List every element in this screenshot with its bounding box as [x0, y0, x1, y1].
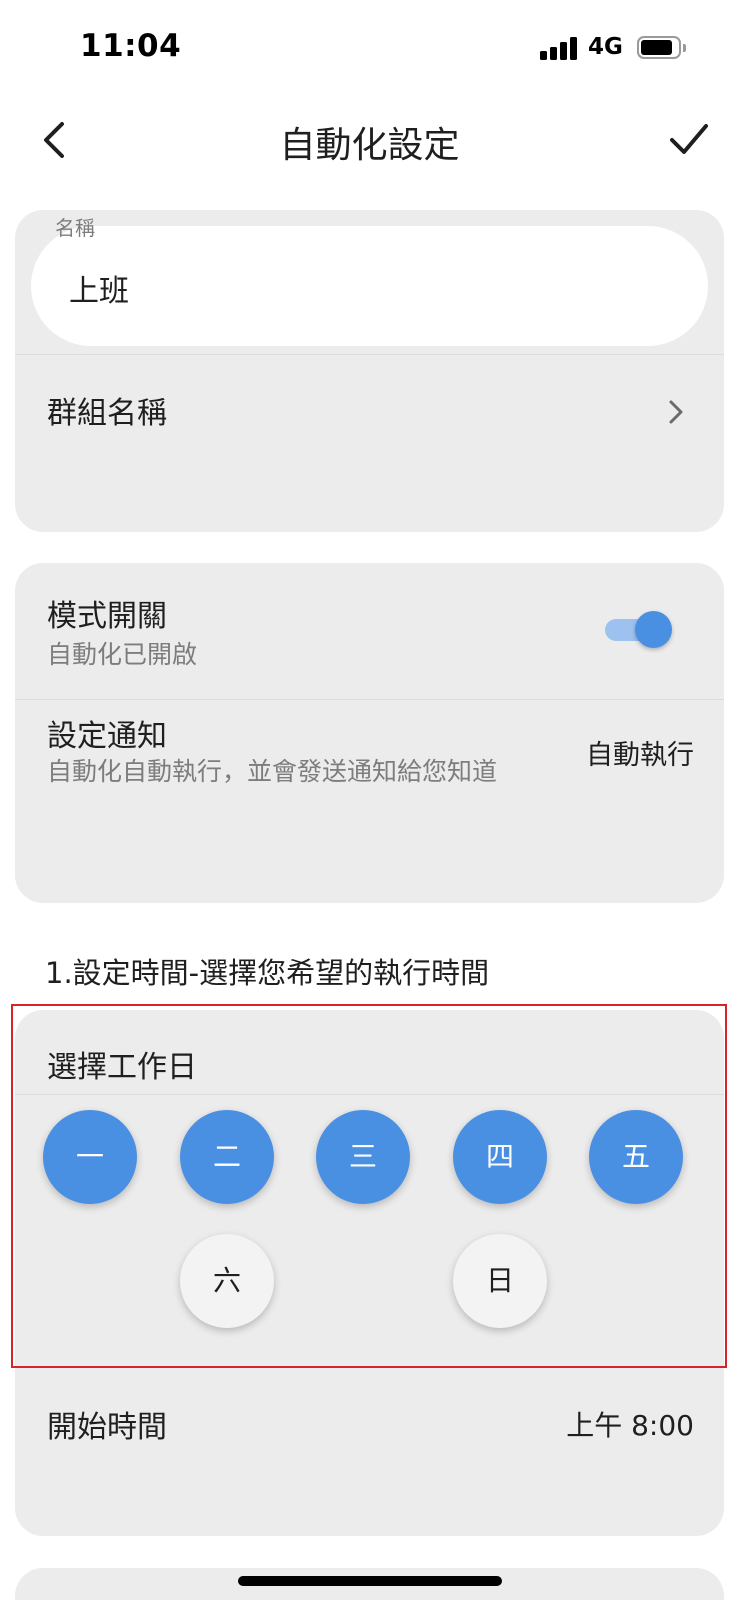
highlight-box [11, 1004, 727, 1368]
group-name-row[interactable]: 群組名稱 [15, 362, 724, 462]
notify-value[interactable]: 自動執行 [586, 733, 694, 772]
notify-subtitle: 自動化自動執行，並會發送通知給您知道 [47, 757, 498, 786]
name-card: 上班 名稱 群組名稱 [15, 210, 724, 532]
chevron-right-icon [669, 400, 683, 424]
page-title: 自動化設定 [279, 125, 460, 166]
divider [15, 354, 724, 355]
divider [15, 699, 724, 700]
name-value: 上班 [69, 274, 129, 309]
mode-card: 模式開關 自動化已開啟 設定通知 自動化自動執行，並會發送通知給您知道 自動執行 [15, 563, 724, 903]
mode-switch-title: 模式開關 [47, 599, 167, 634]
start-time-label: 開始時間 [47, 1410, 167, 1445]
navigation-bar: 自動化設定 [0, 100, 739, 184]
status-bar: 11:04 4G [0, 0, 739, 96]
network-type: 4G [588, 34, 623, 60]
cellular-signal-icon [540, 36, 578, 60]
name-label: 名稱 [55, 216, 95, 240]
group-name-label: 群組名稱 [47, 396, 167, 431]
home-indicator[interactable] [238, 1576, 502, 1586]
notify-title[interactable]: 設定通知 [47, 711, 167, 755]
checkmark-icon[interactable] [670, 118, 718, 166]
mode-switch-subtitle: 自動化已開啟 [47, 640, 198, 669]
start-time-value[interactable]: 上午 8:00 [566, 1404, 694, 1444]
battery-icon [637, 36, 686, 59]
name-input[interactable]: 上班 [31, 226, 708, 346]
status-time: 11:04 [80, 28, 182, 64]
mode-toggle[interactable] [605, 611, 675, 648]
time-section-heading: 1.設定時間-選擇您希望的執行時間 [45, 956, 490, 990]
